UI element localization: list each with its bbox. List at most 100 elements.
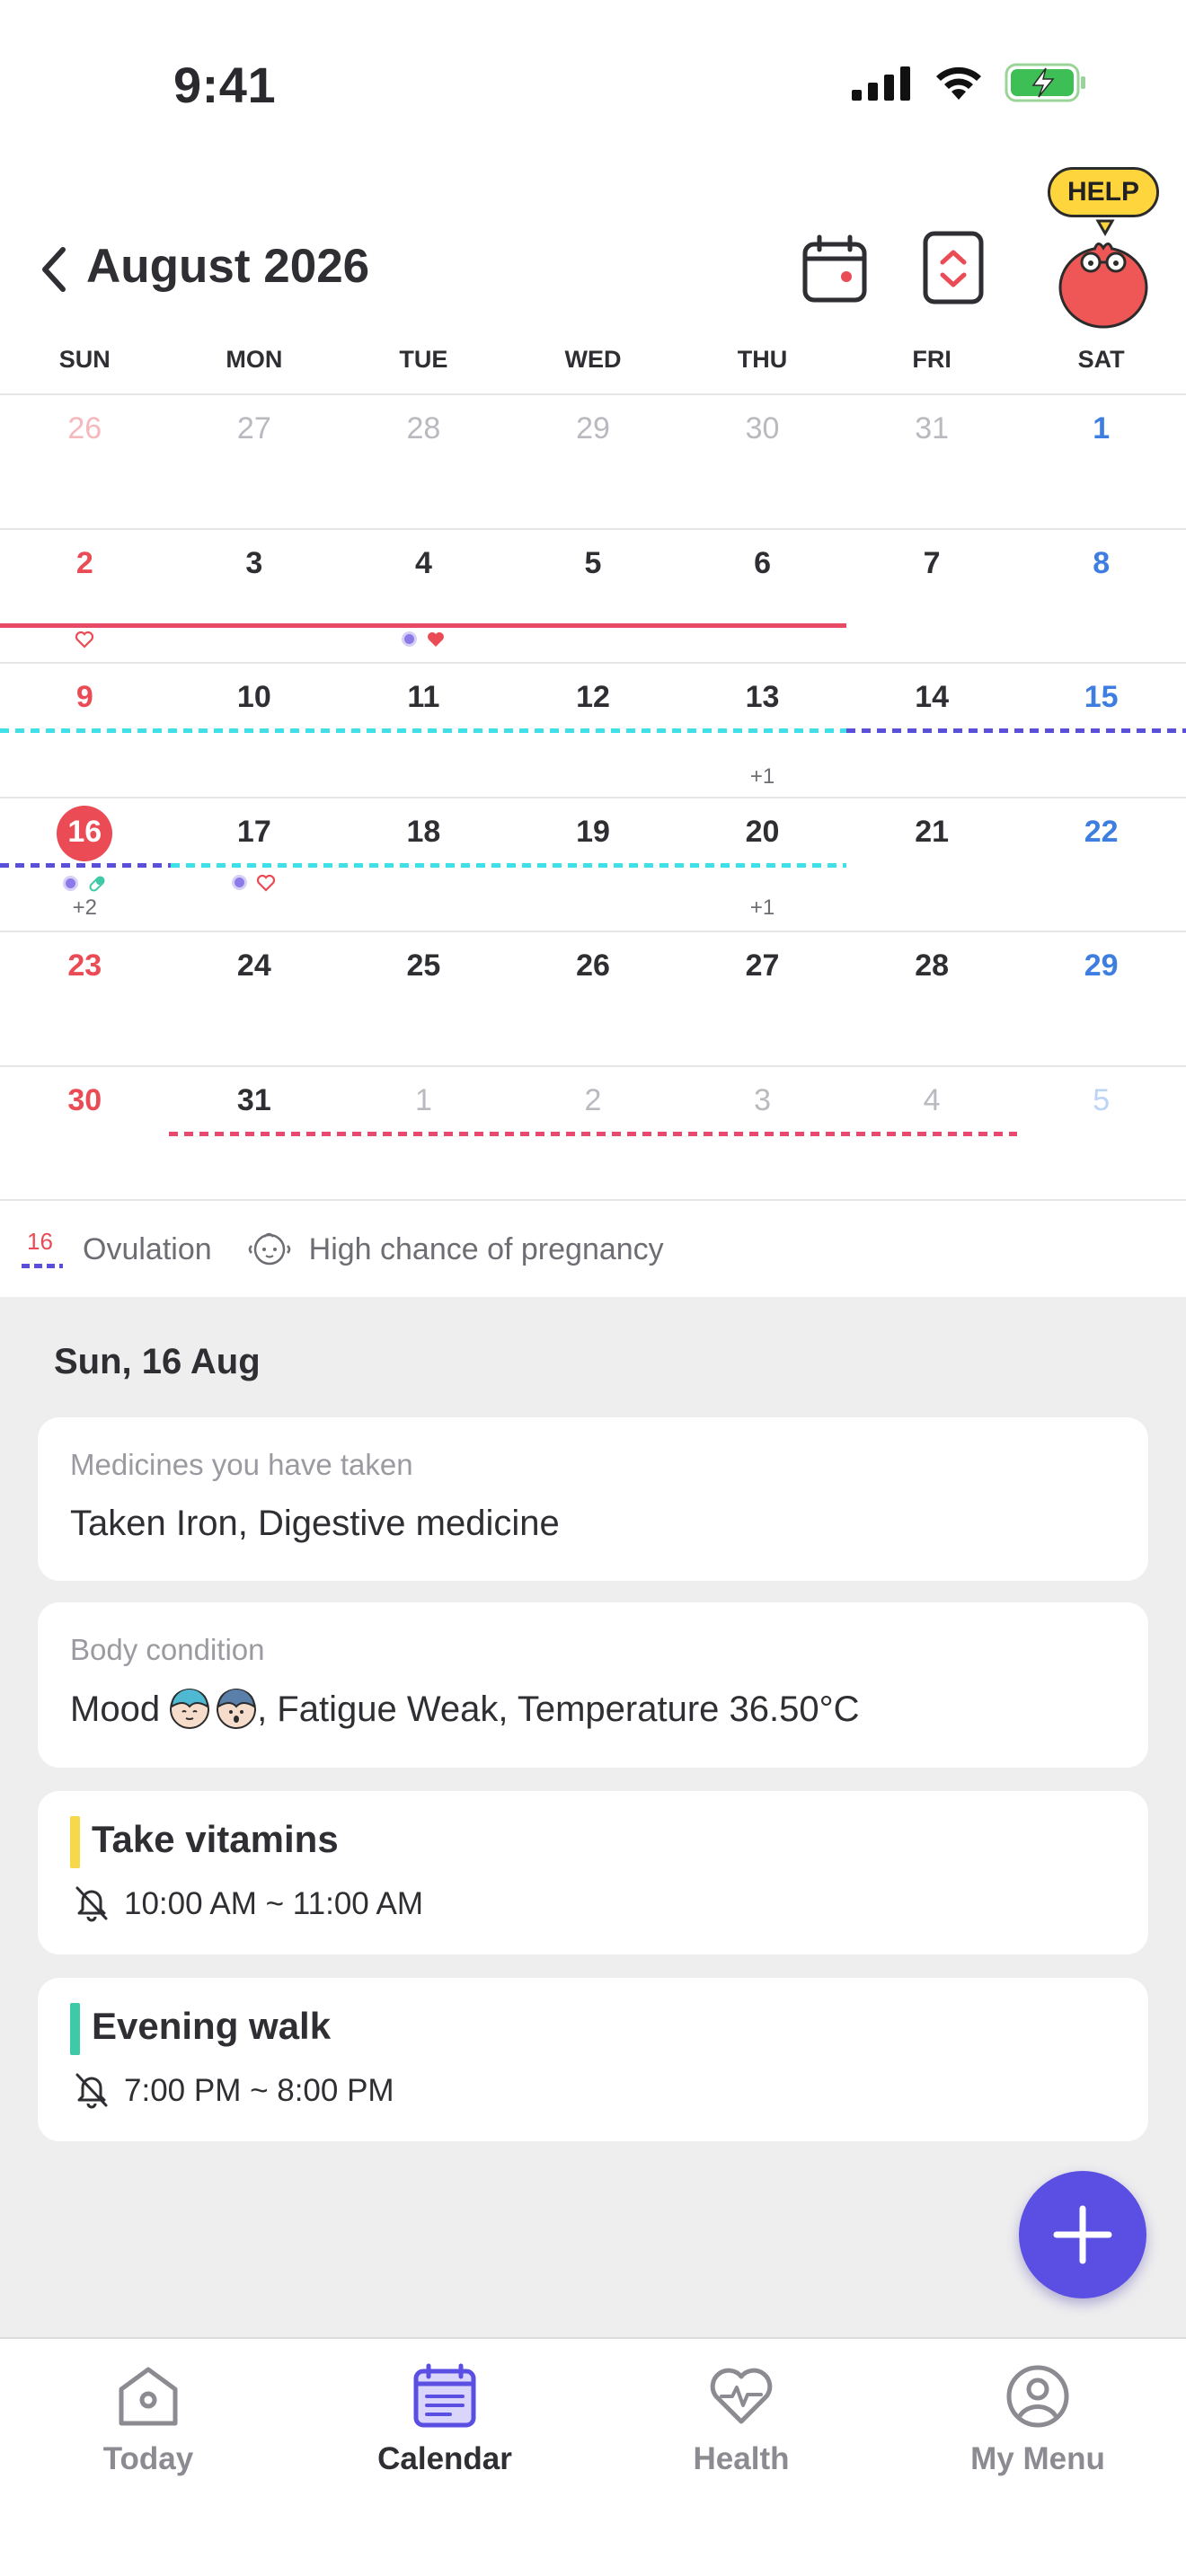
day-cell[interactable]: 7	[847, 530, 1017, 664]
status-bar: 9:41	[0, 0, 1186, 162]
day-cell[interactable]: 31	[170, 1067, 340, 1201]
calendar-picker-icon[interactable]	[800, 234, 872, 305]
day-cell[interactable]: 11	[339, 664, 509, 798]
day-cell[interactable]: 2	[509, 1067, 678, 1201]
day-number: 8	[1093, 545, 1111, 580]
day-cell[interactable]: 24	[170, 932, 340, 1066]
calendar-week: 23 24 25 26 27 28 29	[0, 932, 1186, 1067]
day-cell[interactable]: 2	[0, 530, 170, 664]
day-number: 31	[915, 411, 950, 446]
day-number: 22	[1084, 814, 1119, 849]
day-number: 5	[584, 545, 602, 580]
day-cell[interactable]: 27	[170, 395, 340, 529]
day-cell[interactable]: 21	[847, 798, 1017, 932]
day-cell[interactable]: 8	[1016, 530, 1186, 664]
day-cell[interactable]: 13 +1	[677, 664, 847, 798]
weekday-sun: SUN	[58, 346, 111, 373]
day-cell[interactable]: 12	[509, 664, 678, 798]
day-cell[interactable]: 22	[1016, 798, 1186, 932]
day-cell[interactable]: 5	[509, 530, 678, 664]
day-cell[interactable]: 29	[1016, 932, 1186, 1066]
profile-icon	[1006, 2365, 1069, 2428]
day-cell[interactable]: 1	[339, 1067, 509, 1201]
day-cell[interactable]: 28	[339, 395, 509, 529]
day-number: 11	[407, 680, 440, 714]
day-cell[interactable]: 31	[847, 395, 1017, 529]
body-condition-card[interactable]: Body condition Mood , Fatigue Weak, Temp…	[38, 1602, 1148, 1768]
day-cell[interactable]: 19	[509, 798, 678, 932]
day-number: 4	[414, 545, 432, 580]
tab-calendar[interactable]: Calendar	[296, 2339, 593, 2519]
status-time: 9:41	[173, 57, 277, 113]
day-cell[interactable]: 18	[339, 798, 509, 932]
more-events-count: +1	[749, 764, 775, 789]
day-cell[interactable]: 14	[847, 664, 1017, 798]
day-cell[interactable]: 26	[509, 932, 678, 1066]
event-time: 10:00 AM ~ 11:00 AM	[124, 1886, 424, 1921]
tab-my-menu[interactable]: My Menu	[890, 2339, 1186, 2519]
ovulation-legend-label: Ovulation	[83, 1231, 212, 1266]
tab-today[interactable]: Today	[0, 2339, 296, 2519]
add-event-button[interactable]	[1019, 2171, 1146, 2298]
month-title[interactable]: August 2026	[86, 239, 369, 294]
weekday-wed: WED	[564, 346, 622, 373]
weekday-thu: THU	[737, 346, 788, 373]
day-cell[interactable]: 3	[677, 1067, 847, 1201]
medicines-card[interactable]: Medicines you have taken Taken Iron, Dig…	[38, 1417, 1148, 1581]
day-number: 15	[1084, 680, 1119, 714]
body-condition-label: Body condition	[70, 1633, 265, 1666]
day-number: 24	[236, 948, 271, 983]
expand-collapse-icon[interactable]	[922, 230, 985, 305]
day-marks	[0, 874, 170, 894]
day-number: 3	[754, 1082, 771, 1117]
event-color-bar	[70, 1816, 80, 1868]
day-cell[interactable]: 4	[847, 1067, 1017, 1201]
day-cell[interactable]: 20 +1	[677, 798, 847, 932]
day-cell[interactable]: 28	[847, 932, 1017, 1066]
day-cell[interactable]: 5	[1016, 1067, 1186, 1201]
event-title: Evening walk	[92, 2005, 332, 2047]
day-cell[interactable]: 9	[0, 664, 170, 798]
day-cell-selected[interactable]: 16 +2	[0, 798, 170, 932]
day-cell[interactable]: 1	[1016, 395, 1186, 529]
day-marks	[170, 874, 340, 892]
heart-filled-icon	[427, 631, 444, 647]
day-cell[interactable]: 3	[170, 530, 340, 664]
body-condition-value: Mood , Fatigue Weak, Temperature 36.50°C	[70, 1689, 860, 1730]
event-card[interactable]: Take vitamins 10:00 AM ~ 11:00 AM	[38, 1791, 1148, 1954]
wifi-icon	[936, 66, 981, 100]
medicines-label: Medicines you have taken	[70, 1448, 413, 1481]
battery-charging-icon	[1005, 63, 1085, 102]
mood-surprised-face-icon	[217, 1689, 257, 1729]
day-cell[interactable]: 27	[677, 932, 847, 1066]
mood-label: Mood	[70, 1689, 161, 1729]
day-cell[interactable]: 4	[339, 530, 509, 664]
ovulation-dot-icon	[62, 876, 78, 891]
day-cell[interactable]: 10	[170, 664, 340, 798]
day-cell[interactable]: 15	[1016, 664, 1186, 798]
day-detail-panel: Sun, 16 Aug Medicines you have taken Tak…	[0, 1297, 1186, 2337]
day-cell[interactable]: 29	[509, 395, 678, 529]
event-color-bar	[70, 2003, 80, 2055]
day-cell[interactable]: 17	[170, 798, 340, 932]
day-number: 16	[67, 814, 102, 849]
calendar-legend: 16 Ovulation High chance of pregnancy	[0, 1202, 1186, 1297]
day-cell[interactable]: 6	[677, 530, 847, 664]
help-mascot-button[interactable]: HELP	[1042, 167, 1177, 329]
day-cell[interactable]: 26	[0, 395, 170, 529]
day-cell[interactable]: 30	[0, 1067, 170, 1201]
heart-outline-icon	[257, 874, 276, 892]
day-number: 14	[915, 680, 950, 714]
bell-off-icon	[75, 1886, 108, 1922]
event-time: 7:00 PM ~ 8:00 PM	[124, 2073, 394, 2108]
event-card[interactable]: Evening walk 7:00 PM ~ 8:00 PM	[38, 1978, 1148, 2141]
ovulation-legend-number: 16	[27, 1228, 53, 1255]
back-chevron-icon[interactable]	[34, 243, 74, 296]
tab-health[interactable]: Health	[593, 2339, 890, 2519]
more-events-count: +2	[72, 895, 97, 920]
day-cell[interactable]: 23	[0, 932, 170, 1066]
day-cell[interactable]: 30	[677, 395, 847, 529]
day-cell[interactable]: 25	[339, 932, 509, 1066]
day-number: 21	[915, 814, 950, 849]
mood-calm-face-icon	[170, 1689, 210, 1729]
